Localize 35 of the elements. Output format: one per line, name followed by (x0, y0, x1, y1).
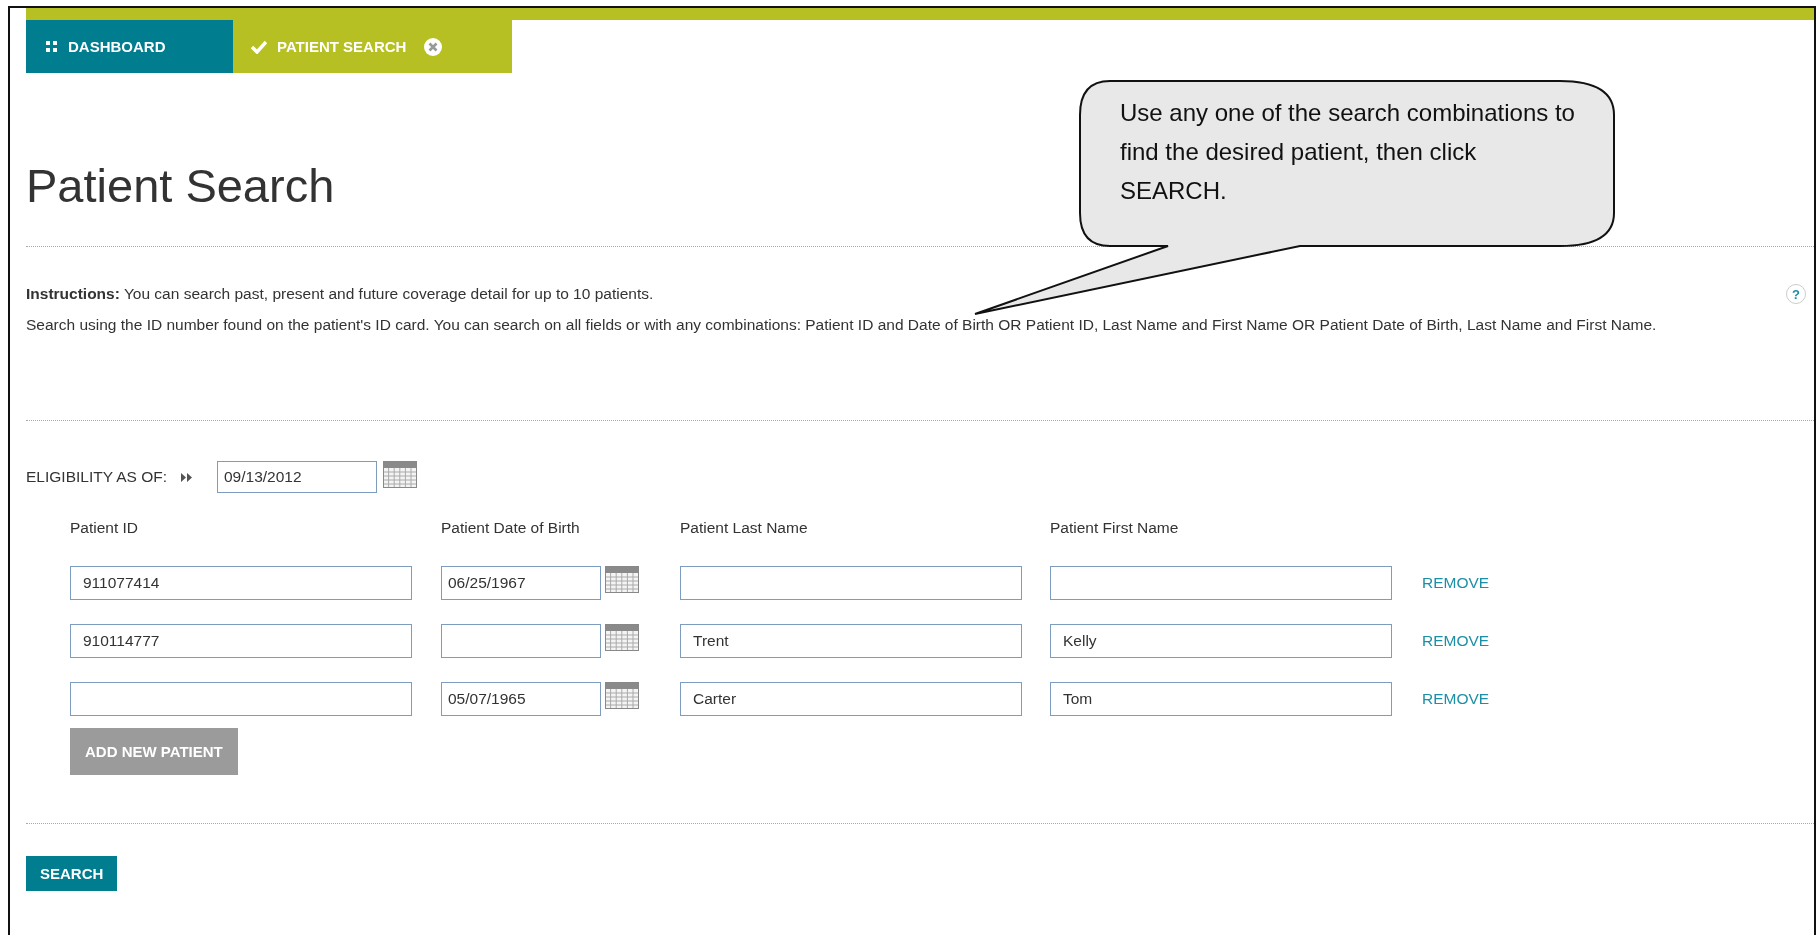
remove-link[interactable]: REMOVE (1422, 574, 1490, 592)
input-field[interactable]: 910114777 (70, 624, 412, 658)
instructions-text: Instructions: You can search past, present and future coverage detail for up to 10 patients. (26, 285, 654, 303)
column-header: Patient Last Name (680, 519, 809, 537)
search-help-text: Search using the ID number found on the patient's ID card. You can search on all fields or with any combinations: Patient ID and Date of Birth OR Patient ID, Last Name and First Name OR Patient Date of Birth, Last Name and First Name. (26, 315, 1658, 335)
column-header: Patient First Name (1050, 519, 1180, 537)
calendar-icon[interactable] (605, 682, 639, 709)
input-field[interactable]: 911077414 (70, 566, 412, 600)
input-field[interactable] (441, 624, 601, 658)
close-icon[interactable] (424, 37, 443, 56)
grid-icon (46, 40, 58, 53)
calendar-icon[interactable] (605, 624, 639, 651)
date-field[interactable]: 09/13/2012 (217, 461, 377, 493)
tab[interactable]: DASHBOARD (26, 20, 233, 73)
remove-link[interactable]: REMOVE (1422, 690, 1490, 708)
callout-text: Use any one of the search combinations to find the desired patient, then click SEARCH. (1120, 98, 1575, 206)
input-field[interactable] (70, 682, 412, 716)
input-field[interactable]: Trent (680, 624, 1022, 658)
check-icon (251, 39, 267, 54)
page-title: Patient Search (26, 158, 335, 214)
calendar-icon[interactable] (383, 461, 417, 488)
input-field[interactable] (1050, 566, 1392, 600)
column-header: Patient ID (70, 519, 140, 537)
input-field[interactable]: 06/25/1967 (441, 566, 601, 600)
column-header: Patient Date of Birth (441, 519, 581, 537)
remove-link[interactable]: REMOVE (1422, 632, 1490, 650)
double-arrow-icon (181, 472, 193, 482)
input-field[interactable] (680, 566, 1022, 600)
input-field[interactable]: 05/07/1965 (441, 682, 601, 716)
calendar-icon[interactable] (605, 566, 639, 593)
search-button[interactable]: SEARCH (26, 856, 118, 891)
input-field[interactable]: Tom (1050, 682, 1392, 716)
input-field[interactable]: Carter (680, 682, 1022, 716)
eligibility-label: ELIGIBILITY AS OF: (26, 468, 167, 486)
input-field[interactable]: Kelly (1050, 624, 1392, 658)
